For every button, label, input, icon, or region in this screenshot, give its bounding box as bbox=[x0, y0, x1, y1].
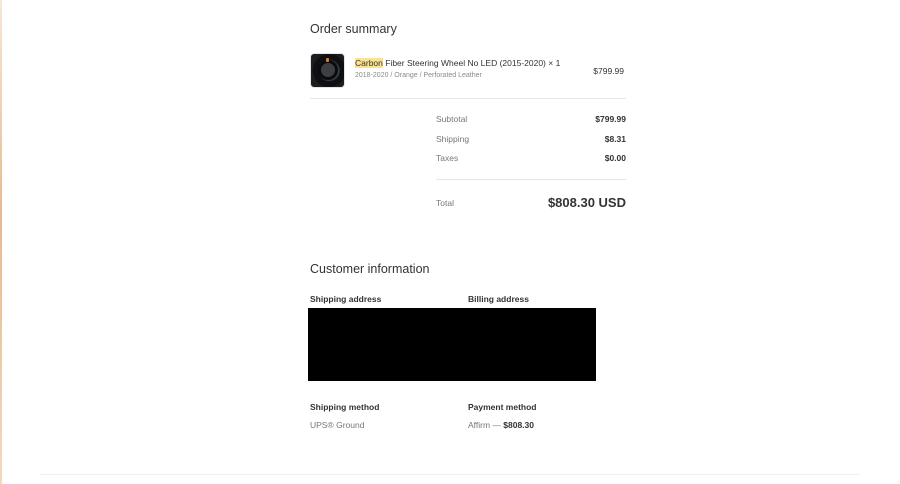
subtotal-row: Subtotal $799.99 bbox=[436, 114, 626, 128]
payment-method-label: Payment method bbox=[468, 402, 537, 412]
billing-address-label: Billing address bbox=[468, 294, 529, 304]
item-name-rest: Fiber Steering Wheel No LED (2015-2020) … bbox=[382, 58, 561, 68]
item-name: Carbon Fiber Steering Wheel No LED (2015… bbox=[355, 58, 560, 68]
item-variant: 2018-2020 / Orange / Perforated Leather bbox=[355, 72, 482, 79]
shipping-address-label: Shipping address bbox=[310, 294, 382, 304]
order-line-item: Carbon Fiber Steering Wheel No LED (2015… bbox=[310, 53, 626, 89]
item-name-highlight: Carbon bbox=[355, 58, 383, 68]
redacted-addresses bbox=[308, 308, 596, 381]
payment-method-value: Affirm — $808.30 bbox=[468, 420, 618, 430]
steering-wheel-image bbox=[310, 53, 345, 88]
totals-divider bbox=[436, 179, 626, 180]
shipping-row: Shipping $8.31 bbox=[436, 134, 626, 148]
taxes-label: Taxes bbox=[436, 153, 459, 163]
item-price: $799.99 bbox=[593, 66, 624, 76]
shipping-label: Shipping bbox=[436, 134, 470, 144]
total-row: Total $808.30 USD bbox=[436, 195, 626, 215]
shipping-method-label: Shipping method bbox=[310, 402, 380, 412]
shipping-value: $8.31 bbox=[604, 134, 626, 144]
summary-divider bbox=[310, 98, 626, 99]
subtotal-label: Subtotal bbox=[436, 114, 468, 124]
left-edge-accent bbox=[0, 0, 2, 484]
subtotal-value: $799.99 bbox=[595, 114, 626, 124]
shipping-method-value: UPS® Ground bbox=[310, 420, 365, 430]
payment-method-block: Payment method Affirm — $808.30 bbox=[468, 402, 618, 430]
payment-method-prefix: Affirm — bbox=[468, 420, 504, 430]
taxes-row: Taxes $0.00 bbox=[436, 153, 626, 167]
shipping-method-block: Shipping method UPS® Ground bbox=[310, 402, 460, 430]
total-value: $808.30 USD bbox=[547, 195, 626, 210]
billing-address-block: Billing address bbox=[468, 294, 618, 304]
steering-wheel-marker bbox=[326, 58, 329, 62]
steering-wheel-rim bbox=[318, 60, 338, 80]
payment-method-amount: $808.30 bbox=[503, 420, 534, 430]
footer-divider bbox=[40, 474, 860, 475]
taxes-value: $0.00 bbox=[604, 153, 626, 163]
order-summary-title: Order summary bbox=[310, 22, 397, 36]
customer-information-title: Customer information bbox=[310, 262, 430, 276]
total-label: Total bbox=[436, 198, 454, 208]
shipping-address-block: Shipping address bbox=[310, 294, 460, 304]
